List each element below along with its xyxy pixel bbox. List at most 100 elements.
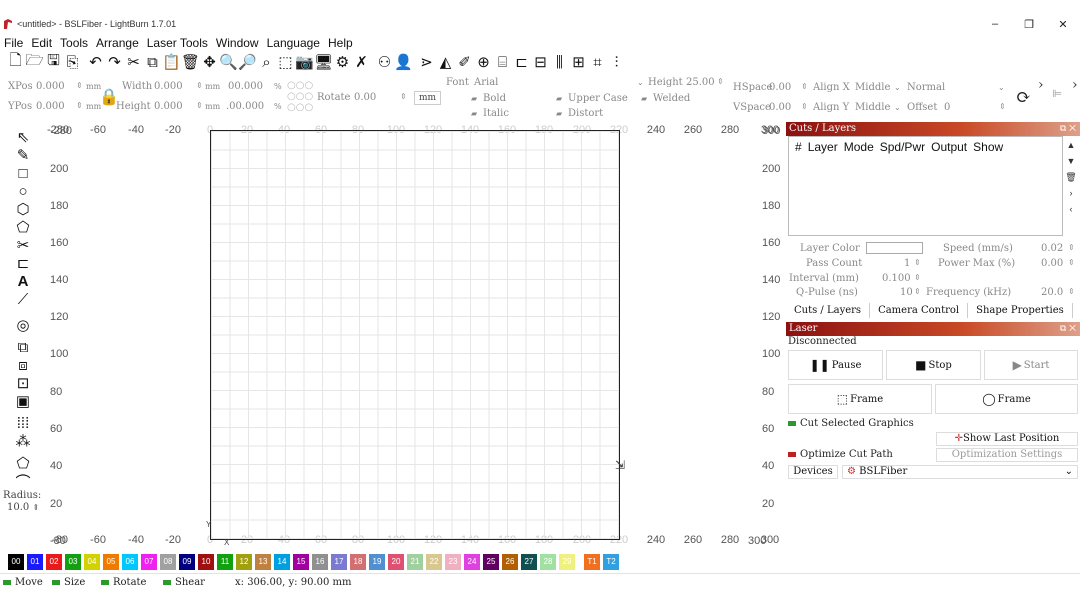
position-laser-icon[interactable]: ⊏ [13, 254, 33, 272]
align-x-chevron-down-icon[interactable]: ⌄ [894, 83, 901, 92]
text-tool-icon[interactable]: A [13, 272, 33, 290]
align-y-chevron-down-icon[interactable]: ⌄ [894, 103, 901, 112]
power-spin-icon[interactable]: ⇕ [1068, 258, 1075, 267]
copy-icon[interactable]: ⧉ [143, 53, 162, 72]
frame-rect-button[interactable]: ⬚ Frame [788, 384, 932, 414]
hspace-spin-icon[interactable]: ⇕ [801, 82, 808, 91]
xpos-input[interactable]: 0.000 [36, 81, 65, 92]
welded-toggle-icon[interactable]: ▰ [641, 94, 647, 103]
move-up-icon[interactable]: ▲ [1064, 140, 1078, 156]
panel-float-close-icon[interactable]: ⧉ ✕ [1060, 322, 1076, 336]
speed-spin-icon[interactable]: ⇕ [1068, 243, 1075, 252]
ypos-spin-icon[interactable]: ⇕ [76, 101, 83, 110]
origin-grid-icon[interactable]: ○○○ [287, 102, 313, 113]
distort-toggle-icon[interactable]: ▰ [556, 109, 562, 118]
shear-mode[interactable]: Shear [163, 577, 205, 588]
group-icon[interactable]: ⚇ [375, 53, 394, 72]
palette-swatch[interactable]: 05 [103, 554, 119, 570]
settings-icon[interactable]: ⚙ [333, 53, 352, 72]
cuts-layers-table[interactable]: # Layer Mode Spd/Pwr Output Show [788, 136, 1063, 236]
unit-toggle-button[interactable]: mm [414, 91, 442, 105]
palette-swatch[interactable]: 25 [483, 554, 499, 570]
edit-nodes-icon[interactable]: ✎ [13, 146, 33, 164]
redo-icon[interactable]: ↷ [105, 53, 124, 72]
ypos-input[interactable]: 0.000 [36, 101, 65, 112]
array-icon[interactable]: ⫶ [607, 53, 626, 72]
palette-swatch[interactable]: 11 [217, 554, 233, 570]
mirror-v-icon[interactable]: ◭ [436, 53, 455, 72]
palette-swatch[interactable]: 08 [160, 554, 176, 570]
camera-icon[interactable]: 📷 [295, 53, 314, 72]
align-x-select[interactable]: Middle [855, 82, 890, 93]
workspace-canvas[interactable]: -280 -60 -40 -20 0 20 40 60 80 100 120 1… [47, 122, 785, 552]
align-y-select[interactable]: Middle [855, 102, 890, 113]
palette-swatch[interactable]: 19 [369, 554, 385, 570]
menu-language[interactable]: Language [263, 36, 324, 50]
palette-swatch[interactable]: 26 [502, 554, 518, 570]
tab-shape-properties[interactable]: Shape Properties [968, 303, 1073, 318]
boolean-intersect-icon[interactable]: ⊡ [13, 374, 33, 392]
ruler-icon[interactable]: ⊞ [569, 53, 588, 72]
cut-selected-option[interactable]: Cut Selected Graphics [788, 418, 914, 429]
xpos-spin-icon[interactable]: ⇕ [76, 81, 83, 90]
speed-input[interactable]: 0.02 [1041, 243, 1063, 254]
palette-swatch[interactable]: 23 [445, 554, 461, 570]
tab-camera-control[interactable]: Camera Control [870, 303, 969, 318]
palette-swatch[interactable]: T2 [603, 554, 619, 570]
offset-input[interactable]: 0 [944, 102, 950, 113]
monitor-icon[interactable]: 🖥 [314, 53, 333, 72]
palette-swatch[interactable]: 06 [122, 554, 138, 570]
cut-icon[interactable]: ✂ [124, 53, 143, 72]
new-file-icon[interactable]: 🗋 [6, 52, 25, 72]
radius-input[interactable]: 10.0 [7, 502, 29, 513]
bold-toggle-icon[interactable]: ▰ [471, 94, 477, 103]
palette-swatch[interactable]: 24 [464, 554, 480, 570]
grid-array-icon[interactable]: ⁞⁞⁞ [13, 414, 33, 432]
palette-swatch[interactable]: 16 [312, 554, 328, 570]
q-pulse-input[interactable]: 10 [900, 287, 913, 298]
width-pct-input[interactable]: 00.000 [228, 81, 263, 92]
user-icon[interactable]: 👤 [394, 53, 413, 72]
pass-spin-icon[interactable]: ⇕ [914, 258, 921, 267]
pen-icon[interactable]: ✐ [455, 53, 474, 72]
zoom-out-icon[interactable]: 🔎 [238, 53, 257, 72]
height-spin-icon[interactable]: ⇕ [196, 101, 203, 110]
palette-swatch[interactable]: 09 [179, 554, 195, 570]
tab-edit-icon[interactable]: ⬠ [13, 454, 33, 472]
save-icon[interactable]: 🖫 [44, 52, 63, 72]
palette-swatch[interactable]: 18 [350, 554, 366, 570]
save-as-icon[interactable]: ⎘ [63, 53, 82, 72]
start-button[interactable]: ▶ Start [984, 350, 1078, 380]
minimize-button[interactable]: – [978, 18, 1012, 31]
chevron-right-icon[interactable]: › [1064, 188, 1078, 204]
font-height-spin-icon[interactable]: ⇕ [717, 77, 724, 86]
vspace-input[interactable]: 0.00 [769, 102, 791, 113]
work-area-grid[interactable] [210, 130, 620, 540]
palette-swatch[interactable]: 15 [293, 554, 309, 570]
font-select[interactable]: Arial [474, 77, 498, 88]
paste-icon[interactable]: 📋 [162, 53, 181, 72]
rectangle-icon[interactable]: □ [13, 164, 33, 182]
stop-button[interactable]: ■ Stop [886, 350, 981, 380]
palette-swatch[interactable]: 12 [236, 554, 252, 570]
layer-color-swatch[interactable] [866, 242, 923, 254]
panel-float-close-icon[interactable]: ⧉ ✕ [1060, 122, 1076, 136]
restore-button[interactable]: ❐ [1012, 18, 1046, 31]
menu-file[interactable]: File [0, 36, 27, 50]
menu-window[interactable]: Window [212, 36, 263, 50]
frequency-spin-icon[interactable]: ⇕ [1068, 287, 1075, 296]
menu-laser-tools[interactable]: Laser Tools [143, 36, 212, 50]
upper-case-toggle-icon[interactable]: ▰ [556, 94, 562, 103]
zoom-in-icon[interactable]: 🔍 [219, 53, 238, 72]
font-height-input[interactable]: 25.00 [686, 77, 715, 88]
rotate-spin-icon[interactable]: ⇕ [400, 92, 407, 101]
palette-swatch[interactable]: 13 [255, 554, 271, 570]
italic-toggle-icon[interactable]: ▰ [471, 109, 477, 118]
origin-grid-icon[interactable]: ○○○ [287, 80, 313, 91]
move-mode[interactable]: Move [3, 577, 43, 588]
palette-swatch[interactable]: 03 [65, 554, 81, 570]
undo-icon[interactable]: ↶ [86, 53, 105, 72]
palette-swatch[interactable]: 14 [274, 554, 290, 570]
optimization-settings-button[interactable]: Optimization Settings [936, 448, 1078, 462]
vspace-spin-icon[interactable]: ⇕ [801, 102, 808, 111]
